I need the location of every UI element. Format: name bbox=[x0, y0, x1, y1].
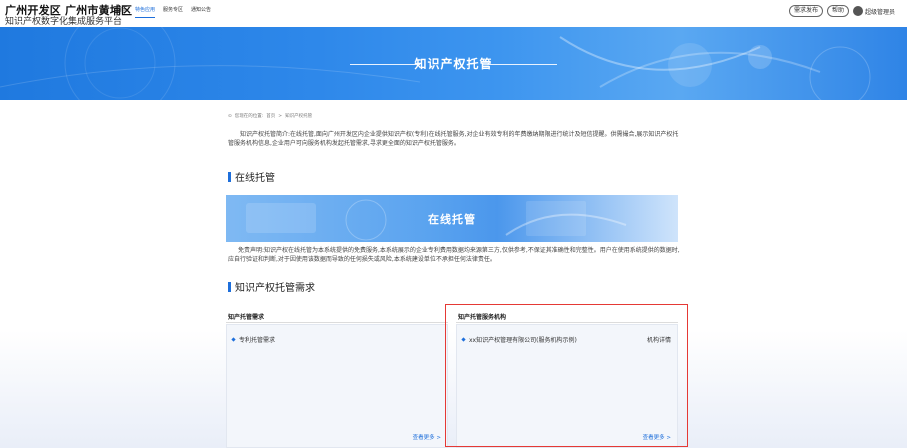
list-item[interactable]: 专利托管需求 bbox=[231, 335, 276, 344]
banner-title-right-line bbox=[487, 64, 557, 65]
banner-title: 知识产权托管 bbox=[414, 57, 493, 71]
demand-panel: 知产托管需求 专利托管需求 查看更多 > bbox=[226, 312, 448, 448]
section-title-bar bbox=[228, 171, 231, 182]
top-header: 广州开发区 广州市黄埔区 知识产权数字化集成服务平台 首页 特色应用 服务专区 … bbox=[0, 0, 907, 27]
section-title-bar bbox=[228, 281, 231, 292]
user-name: 超级管理员 bbox=[864, 8, 895, 16]
highlight-box bbox=[445, 304, 688, 447]
online-banner[interactable]: 在线托管 bbox=[226, 195, 678, 242]
demand-section-title: 知识产权托管需求 bbox=[228, 279, 315, 294]
site-subtitle: 知识产权数字化集成服务平台 bbox=[5, 17, 123, 27]
demand-section-title-text: 知识产权托管需求 bbox=[235, 283, 315, 294]
avatar-icon bbox=[852, 6, 863, 16]
nav-featured-apps[interactable]: 特色应用 bbox=[135, 7, 156, 18]
nav-service-zone[interactable]: 服务专区 bbox=[163, 7, 183, 18]
panel-divider bbox=[226, 322, 448, 323]
demand-panel-body: 专利托管需求 查看更多 > bbox=[226, 324, 448, 448]
breadcrumb-current: 知识产权托管 bbox=[285, 114, 313, 119]
hero-banner: 知识产权托管 bbox=[0, 27, 907, 100]
demand-panel-title: 知产托管需求 bbox=[228, 314, 265, 321]
online-banner-title: 在线托管 bbox=[428, 213, 476, 226]
nav-home[interactable]: 首页 bbox=[117, 7, 127, 18]
diamond-bullet-icon bbox=[231, 337, 236, 342]
main-nav: 首页 特色应用 服务专区 通知公告 bbox=[117, 7, 211, 18]
intro-text: 知识产权托管简介:在线托管,面向广州开发区内企业提供知识产权(专利)在线托管服务… bbox=[228, 131, 679, 147]
breadcrumb-separator: > bbox=[278, 113, 283, 119]
breadcrumb: ⊙ 您现在的位置: 首页 > 知识产权托管 bbox=[228, 113, 313, 120]
online-section-title: 在线托管 bbox=[228, 169, 275, 184]
demand-publish-button[interactable]: 需求发布 bbox=[788, 5, 823, 17]
user-menu[interactable]: 超级管理员 bbox=[852, 6, 895, 16]
list-item-label: 专利托管需求 bbox=[239, 337, 276, 344]
demand-view-more-link[interactable]: 查看更多 > bbox=[413, 433, 441, 441]
location-pin-icon: ⊙ bbox=[228, 113, 232, 119]
disclaimer-text: 免责声明:知识产权在线托管为本系统提供的免费服务,本系统展示的企业专利费用数据均… bbox=[228, 247, 680, 263]
header-actions: 需求发布 帮助 超级管理员 bbox=[788, 5, 895, 17]
help-button[interactable]: 帮助 bbox=[826, 5, 849, 17]
online-section-title-text: 在线托管 bbox=[235, 173, 275, 184]
breadcrumb-location-label: 您现在的位置: bbox=[234, 114, 264, 119]
nav-announcements[interactable]: 通知公告 bbox=[191, 7, 211, 18]
breadcrumb-home[interactable]: 首页 bbox=[266, 113, 275, 119]
